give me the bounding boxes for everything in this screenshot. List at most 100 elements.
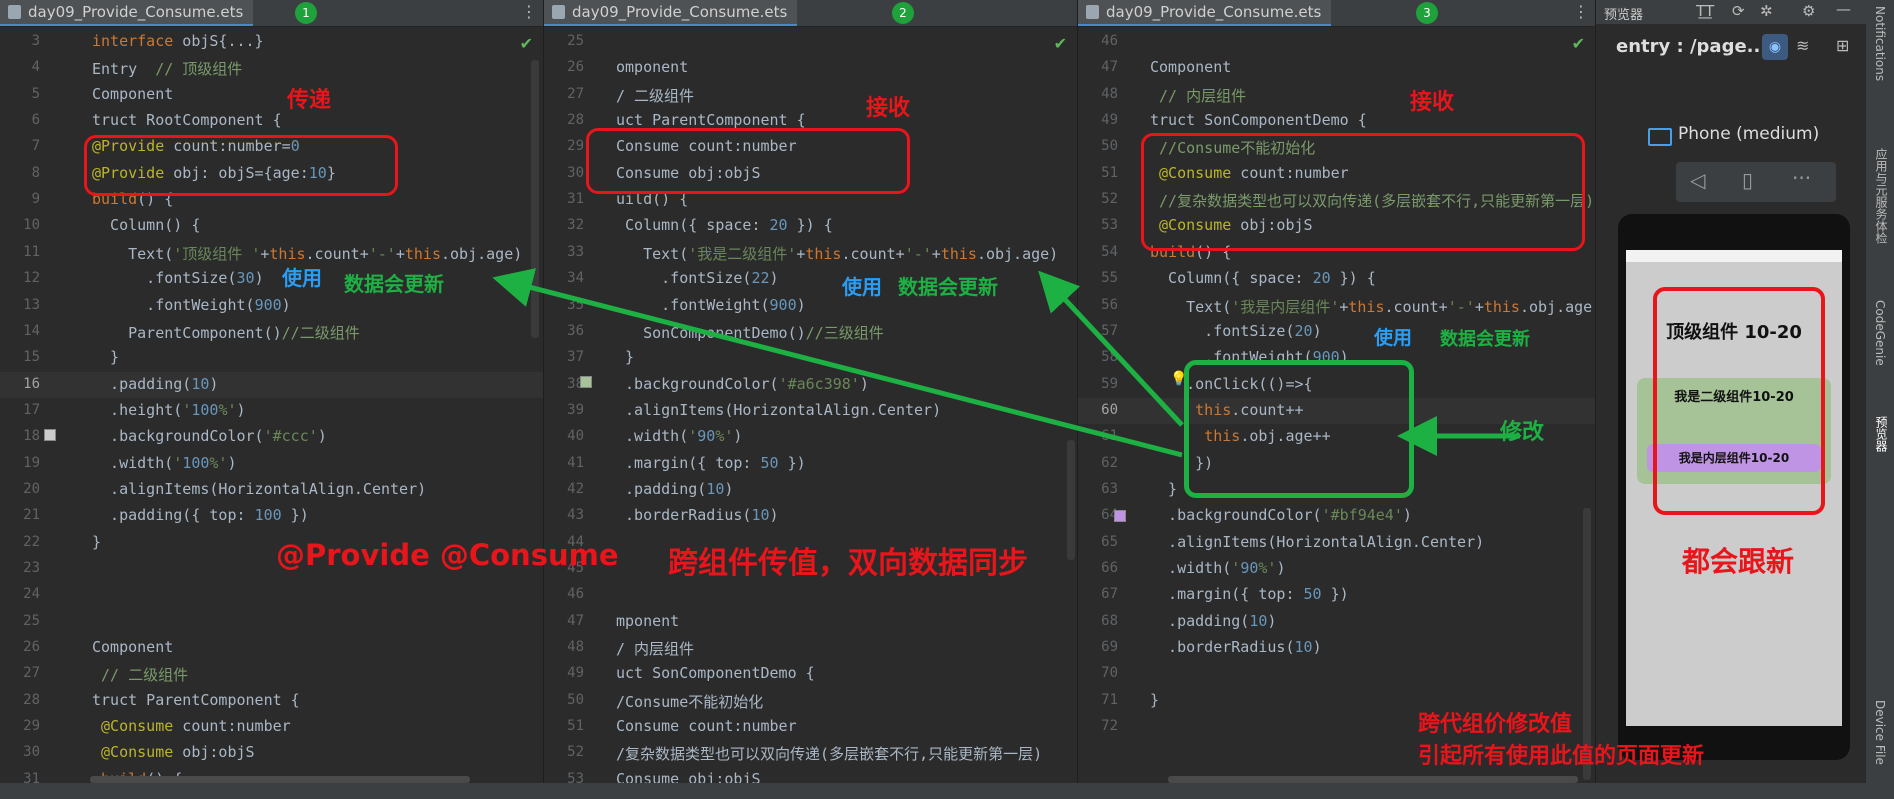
- code-line[interactable]: truct SonComponentDemo {: [1150, 111, 1367, 129]
- line-number: 49: [1101, 112, 1118, 129]
- grid-icon[interactable]: ⊞: [1836, 36, 1849, 55]
- code-line[interactable]: interface objS{...}: [92, 32, 264, 50]
- line-number: 27: [23, 665, 40, 682]
- code-line[interactable]: }: [92, 348, 119, 366]
- layers-icon[interactable]: ≋: [1796, 36, 1809, 55]
- code-line[interactable]: truct RootComponent {: [92, 111, 282, 129]
- inspector-icon[interactable]: ◉: [1762, 34, 1788, 60]
- code-line[interactable]: .alignItems(HorizontalAlign.Center): [616, 401, 941, 419]
- code-line[interactable]: truct ParentComponent {: [92, 691, 300, 709]
- code-line[interactable]: }: [1150, 480, 1177, 498]
- code-line[interactable]: // 内层组件: [1150, 85, 1246, 106]
- code-line[interactable]: .fontSize(20): [1150, 322, 1321, 340]
- editor-pane-1: day09_Provide_Consume.ets 1 ⋮ ✔ 3 interfa…: [0, 0, 544, 783]
- pass-label: 传递: [287, 88, 332, 113]
- code-line[interactable]: .padding(10): [92, 375, 218, 393]
- code-line[interactable]: .margin({ top: 50 }): [616, 454, 806, 472]
- code-line[interactable]: /Consume不能初始化: [616, 691, 763, 712]
- vertical-scrollbar[interactable]: [531, 60, 539, 338]
- code-line[interactable]: .fontSize(22): [616, 269, 778, 287]
- code-line[interactable]: .margin({ top: 50 }): [1150, 585, 1349, 603]
- more-options-icon[interactable]: ⋮: [1573, 2, 1589, 21]
- code-line[interactable]: @Consume obj:objS: [92, 743, 255, 761]
- code-line[interactable]: ParentComponent()//二级组件: [92, 322, 360, 343]
- code-line[interactable]: .padding(10): [616, 480, 733, 498]
- code-line[interactable]: Consume count:number: [616, 717, 797, 735]
- line-number: 30: [567, 164, 584, 181]
- code-line[interactable]: .fontSize(30): [92, 269, 263, 287]
- horizontal-scrollbar[interactable]: [90, 776, 470, 783]
- code-line[interactable]: /复杂数据类型也可以双向传递(多层嵌套不行,只能更新第一层): [616, 743, 1042, 764]
- code-line[interactable]: .width('100%'): [92, 454, 236, 472]
- code-line[interactable]: .width('90%'): [1150, 559, 1285, 577]
- file-tab[interactable]: day09_Provide_Consume.ets: [1078, 0, 1332, 26]
- font-icon[interactable]: T͟T: [1696, 2, 1714, 20]
- more-options-icon[interactable]: ⋮: [521, 2, 537, 21]
- code-line[interactable]: Component: [92, 638, 173, 656]
- minimize-icon[interactable]: —: [1836, 0, 1851, 18]
- line-number: 6: [31, 112, 40, 129]
- code-line[interactable]: .alignItems(HorizontalAlign.Center): [92, 480, 426, 498]
- code-line[interactable]: .fontWeight(900): [92, 296, 291, 314]
- gear-icon[interactable]: ⚙: [1802, 2, 1815, 20]
- rotate-icon[interactable]: ▯: [1742, 168, 1753, 192]
- code-line[interactable]: Component: [92, 85, 173, 103]
- code-line[interactable]: uct ParentComponent {: [616, 111, 806, 129]
- code-line[interactable]: uct SonComponentDemo {: [616, 664, 815, 682]
- code-line[interactable]: Column({ space: 20 }) {: [616, 216, 833, 234]
- file-tab[interactable]: day09_Provide_Consume.ets: [544, 0, 798, 26]
- code-line[interactable]: // 二级组件: [92, 664, 188, 685]
- code-line[interactable]: .height('100%'): [92, 401, 245, 419]
- code-line[interactable]: }: [92, 533, 101, 551]
- code-line[interactable]: SonComponentDemo()//三级组件: [616, 322, 884, 343]
- code-line[interactable]: Text('我是内层组件'+this.count+'-'+this.obj.ag…: [1150, 296, 1592, 317]
- code-line[interactable]: .width('90%'): [616, 427, 742, 445]
- file-tab[interactable]: day09_Provide_Consume.ets: [0, 0, 254, 26]
- back-icon[interactable]: ◁: [1690, 168, 1705, 192]
- notifications-tool[interactable]: Notifications: [1873, 6, 1887, 81]
- code-line[interactable]: Entry // 顶级组件: [92, 58, 242, 79]
- code-line[interactable]: .padding({ top: 100 }): [92, 506, 309, 524]
- line-number: 51: [567, 718, 584, 735]
- code-line[interactable]: .backgroundColor('#ccc'): [92, 427, 327, 445]
- vertical-scrollbar[interactable]: [1067, 440, 1075, 560]
- line-number: 42: [567, 480, 584, 497]
- line-number: 8: [31, 164, 40, 181]
- previewer-tool[interactable]: 预览器: [1873, 416, 1890, 452]
- app-check-tool[interactable]: 应用与元服务体检: [1873, 148, 1890, 244]
- line-number: 20: [23, 480, 40, 497]
- code-line[interactable]: .fontWeight(900): [616, 296, 806, 314]
- code-line[interactable]: .padding(10): [1150, 612, 1276, 630]
- code-line[interactable]: .borderRadius(10): [616, 506, 779, 524]
- code-line[interactable]: .borderRadius(10): [1150, 638, 1322, 656]
- bug-icon[interactable]: ✲: [1760, 2, 1773, 20]
- code-line[interactable]: Text('顶级组件 '+this.count+'-'+this.obj.age…: [92, 243, 522, 264]
- codegenie-tool[interactable]: CodeGenie: [1873, 300, 1887, 366]
- horizontal-scrollbar[interactable]: [1168, 776, 1578, 783]
- code-line[interactable]: Component: [1150, 58, 1231, 76]
- update-label-3: 数据会更新: [1440, 329, 1530, 350]
- code-line[interactable]: .backgroundColor('#a6c398'): [616, 375, 869, 393]
- code-line[interactable]: @Consume count:number: [92, 717, 291, 735]
- step-badge: 1: [295, 2, 317, 24]
- code-line[interactable]: .alignItems(HorizontalAlign.Center): [1150, 533, 1484, 551]
- code-line[interactable]: Text('我是二级组件'+this.count+'-'+this.obj.ag…: [616, 243, 1058, 264]
- code-line[interactable]: / 二级组件: [616, 85, 694, 106]
- device-file-tool[interactable]: Device File: [1873, 700, 1887, 765]
- code-line[interactable]: Column({ space: 20 }) {: [1150, 269, 1376, 287]
- code-line[interactable]: }: [1150, 691, 1159, 709]
- line-number: 19: [23, 454, 40, 471]
- previewer-header: 预览器 T͟T ⟳ ✲ ⚙ —: [1596, 0, 1866, 24]
- code-line[interactable]: }: [616, 348, 634, 366]
- more-icon[interactable]: ···: [1792, 166, 1811, 190]
- line-number: 17: [23, 401, 40, 418]
- page-path[interactable]: entry : /page...: [1616, 36, 1767, 57]
- refresh-icon[interactable]: ⟳: [1732, 2, 1745, 20]
- code-line[interactable]: mponent: [616, 612, 679, 630]
- code-line[interactable]: Column() {: [92, 216, 200, 234]
- code-line[interactable]: / 内层组件: [616, 638, 694, 659]
- code-line[interactable]: omponent: [616, 58, 688, 76]
- code-line[interactable]: .backgroundColor('#bf94e4'): [1150, 506, 1412, 524]
- line-number: 65: [1101, 533, 1118, 550]
- code-line[interactable]: Consume obj:objS: [616, 770, 761, 783]
